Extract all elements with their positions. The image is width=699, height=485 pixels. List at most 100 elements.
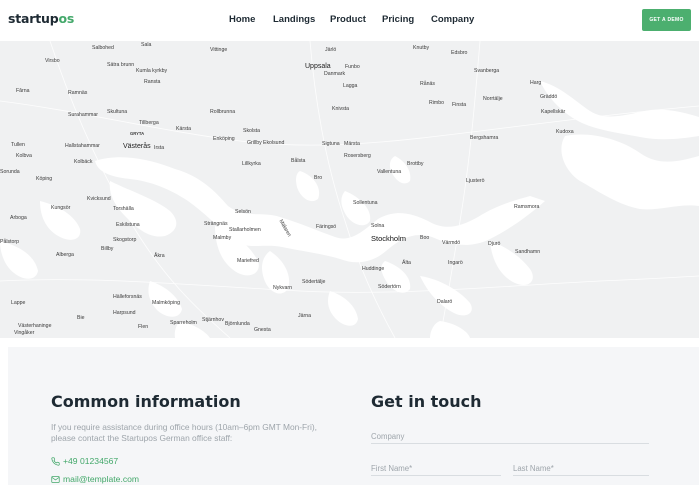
place-label: Danmark [324, 71, 345, 77]
place-label: Knivsta [332, 106, 349, 112]
place-label: Hallstahammar [65, 143, 100, 149]
place-label: Kolbäck [74, 159, 93, 165]
place-label: Tillberga [139, 120, 159, 126]
get-demo-button[interactable]: GET A DEMO [642, 9, 691, 31]
place-label: Lappe [11, 300, 26, 306]
place-label: Sollentuna [353, 200, 378, 206]
place-label: Virsbo [45, 58, 60, 64]
place-label: Pålstorp [0, 238, 19, 245]
phone-link[interactable]: +49 01234567 [51, 455, 118, 467]
mail-icon [51, 475, 60, 483]
water-bodies [0, 81, 699, 338]
place-label: Järlö [325, 47, 336, 53]
main-nav: Home Landings Product Pricing Company [0, 14, 699, 28]
place-label: Harg [530, 80, 541, 86]
place-label: Edsbro [451, 50, 468, 56]
place-label: Kärsta [176, 126, 191, 132]
place-label: Bergshamra [470, 135, 498, 141]
place-label: Gnesta [254, 327, 271, 333]
place-label: Rimbo [429, 100, 444, 106]
place-label: Södertörn [378, 284, 401, 290]
place-label: Malmby [213, 235, 232, 241]
place-label: Eskilstuna [116, 222, 140, 228]
place-label: Selsön [235, 209, 251, 215]
place-label: Kumla kyrkby [136, 68, 168, 74]
place-label: Svanberga [474, 68, 499, 74]
place-label: Boo [420, 235, 429, 241]
place-label: Arboga [10, 215, 27, 221]
place-label: Stjärnhov [202, 317, 224, 323]
place-label: Kudoxa [556, 129, 574, 135]
map-canvas: Sala Salbohed Vittinge Järlö Knutby Edsb… [0, 41, 699, 338]
nav-pricing[interactable]: Pricing [382, 14, 414, 25]
phone-text: +49 01234567 [63, 456, 119, 466]
place-label: Hälleforsnäs [113, 294, 142, 300]
place-label: Vittinge [210, 47, 227, 53]
place-label: Ljusterö [466, 178, 485, 184]
place-label: Kungsör [51, 205, 71, 211]
place-label: Dalarö [437, 299, 452, 305]
place-label: Köping [36, 176, 52, 182]
place-label: Billby [101, 246, 114, 252]
email-link[interactable]: mail@template.com [51, 473, 139, 485]
contact-section: Common information If you require assist… [8, 347, 699, 485]
place-label: Skogstorp [113, 237, 136, 243]
place-label: Ekolsund [263, 140, 284, 146]
place-label: Malmköping [152, 300, 180, 306]
place-label: Lillkyrka [242, 161, 261, 167]
place-label: Järna [298, 313, 311, 319]
nav-company[interactable]: Company [431, 14, 474, 25]
place-label: Åkra [154, 252, 165, 259]
last-name-field[interactable] [513, 462, 649, 476]
common-info-title: Common information [51, 392, 241, 411]
place-label: Västerhaninge [18, 323, 52, 329]
place-label: Rollbrunna [210, 109, 235, 115]
place-label: Bie [77, 315, 85, 321]
place-label: Strängnäs [204, 221, 228, 227]
nav-home[interactable]: Home [229, 14, 255, 25]
place-label: Gräddö [540, 94, 557, 100]
first-name-field[interactable] [371, 462, 501, 476]
place-label: Färingsö [316, 224, 336, 230]
place-label: Märsta [344, 141, 360, 147]
email-text: mail@template.com [63, 474, 140, 484]
place-label: Rånäs [420, 80, 435, 87]
place-label: Rosersberg [344, 153, 371, 159]
place-label: Alberga [56, 252, 74, 258]
place-label: Djurö [488, 241, 501, 247]
place-label: Södertälje [302, 279, 325, 285]
location-map[interactable]: Sala Salbohed Vittinge Järlö Knutby Edsb… [0, 41, 699, 338]
place-label: Skolsta [243, 128, 260, 134]
place-label: Sigtuna [322, 141, 340, 147]
place-label: Älta [402, 259, 411, 266]
place-label: Sätra brunn [107, 62, 134, 68]
place-label: Vallentuna [377, 169, 401, 175]
place-label: Brottby [407, 161, 424, 167]
company-field[interactable] [371, 430, 649, 444]
nav-product[interactable]: Product [330, 14, 366, 25]
place-labels: Sala Salbohed Vittinge Järlö Knutby Edsb… [0, 42, 574, 336]
place-label: Torshälla [113, 206, 134, 212]
place-label: Huddinge [362, 266, 384, 272]
place-label: Ramnäs [68, 90, 88, 96]
place-label: Kvicksund [87, 196, 111, 202]
get-in-touch-title: Get in touch [371, 392, 482, 411]
place-label: Flen [138, 324, 148, 330]
place-label: Lagga [343, 83, 358, 89]
site-header: startupos Home Landings Product Pricing … [0, 0, 699, 41]
place-label: Ransta [144, 79, 161, 85]
place-label: Bro [314, 175, 322, 181]
phone-icon [51, 456, 60, 466]
place-label: Enköping [213, 136, 235, 142]
place-label: Sandhamn [515, 249, 540, 255]
place-label: Västerås [123, 142, 151, 150]
place-label: Stockholm [371, 234, 406, 243]
nav-landings[interactable]: Landings [273, 14, 315, 25]
place-label: GRYTA [130, 131, 144, 136]
place-label: Grillby [247, 140, 262, 146]
place-label: Norrtälje [483, 96, 503, 102]
place-label: Kapellskär [541, 109, 565, 115]
place-label: Ingarö [448, 260, 463, 266]
place-label: Mariefred [237, 258, 259, 264]
place-label: Nykvarn [273, 285, 292, 291]
